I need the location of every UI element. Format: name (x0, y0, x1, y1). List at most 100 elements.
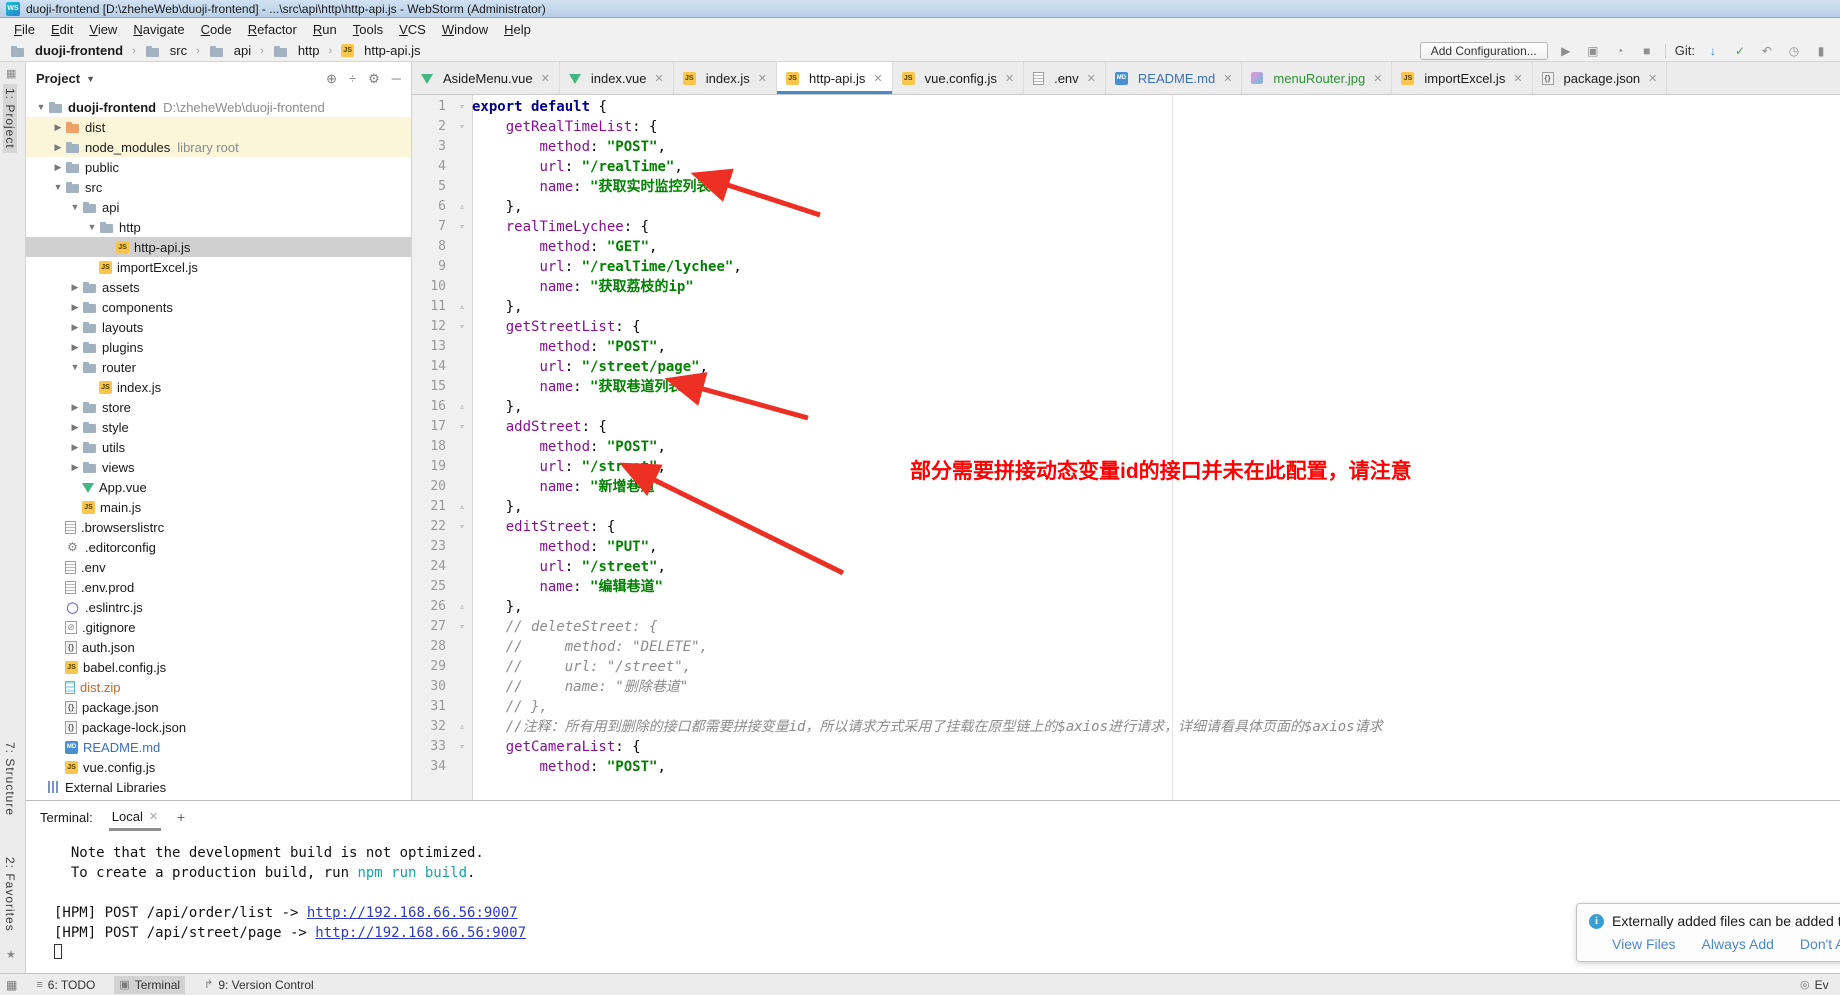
code-line[interactable]: 4 url: "/realTime", (412, 157, 1840, 177)
code-line[interactable]: 24 url: "/street", (412, 557, 1840, 577)
code-line[interactable]: 12▿ getStreetList: { (412, 317, 1840, 337)
tree-expand-icon[interactable]: ▶ (51, 162, 65, 173)
code-line[interactable]: 22▿ editStreet: { (412, 517, 1840, 537)
toolwindow-button-favorites[interactable]: 2: Favorites (3, 853, 17, 936)
code-line[interactable]: 21▵ }, (412, 497, 1840, 517)
code-line[interactable]: 16▵ }, (412, 397, 1840, 417)
editor-tab-index-js[interactable]: JSindex.js✕ (674, 62, 777, 94)
close-icon[interactable]: ✕ (1087, 72, 1096, 85)
debug-icon[interactable]: ▣ (1584, 44, 1602, 58)
tree-row[interactable]: ▶layouts (26, 317, 411, 337)
stop-icon[interactable]: ■ (1638, 44, 1656, 58)
menu-file[interactable]: File (6, 20, 43, 39)
tree-row[interactable]: ▶node_moduleslibrary root (26, 137, 411, 157)
tree-row[interactable]: ▶style (26, 417, 411, 437)
code-line[interactable]: 32▵ //注释：所有用到删除的接口都需要拼接变量id，所以请求方式采用了挂载在… (412, 717, 1840, 737)
editor-tab-http-api-js[interactable]: JShttp-api.js✕ (777, 62, 893, 94)
code-line[interactable]: 1▿export default { (412, 97, 1840, 117)
notification-action-always-add[interactable]: Always Add (1702, 936, 1774, 952)
terminal-link[interactable]: http://192.168.66.56:9007 (307, 905, 518, 921)
code-line[interactable]: 26▵ }, (412, 597, 1840, 617)
editor-tab-menurouter-jpg[interactable]: menuRouter.jpg✕ (1242, 62, 1392, 94)
code-line[interactable]: 7▿ realTimeLychee: { (412, 217, 1840, 237)
tree-expand-icon[interactable]: ▼ (68, 362, 82, 372)
fold-marker-icon[interactable]: ▵ (452, 297, 472, 317)
menu-view[interactable]: View (81, 20, 125, 39)
editor-tab--env[interactable]: .env✕ (1024, 62, 1106, 94)
code-line[interactable]: 15 name: "获取巷道列表" (412, 377, 1840, 397)
code-line[interactable]: 13 method: "POST", (412, 337, 1840, 357)
code-line[interactable]: 3 method: "POST", (412, 137, 1840, 157)
statusbar-item-9-version-control[interactable]: ↱9: Version Control (199, 976, 319, 994)
tree-expand-icon[interactable]: ▼ (34, 102, 48, 112)
fold-marker-icon[interactable]: ▿ (452, 417, 472, 437)
tree-expand-icon[interactable]: ▶ (68, 302, 82, 313)
tree-expand-icon[interactable]: ▶ (68, 442, 82, 453)
code-line[interactable]: 29 // url: "/street", (412, 657, 1840, 677)
tree-row[interactable]: JSvue.config.js (26, 757, 411, 777)
close-icon[interactable]: ✕ (1373, 72, 1382, 85)
editor-tab-readme-md[interactable]: MDREADME.md✕ (1106, 62, 1243, 94)
notification-action-don-t-ask-again[interactable]: Don't Ask Again (1800, 936, 1840, 952)
fold-marker-icon[interactable]: ▿ (452, 217, 472, 237)
breadcrumb-item[interactable]: http-api.js (364, 43, 420, 58)
tree-expand-icon[interactable]: ▶ (51, 142, 65, 153)
tree-row[interactable]: ▶components (26, 297, 411, 317)
code-line[interactable]: 28 // method: "DELETE", (412, 637, 1840, 657)
breadcrumb-item[interactable]: duoji-frontend (35, 43, 123, 58)
fold-marker-icon[interactable]: ▵ (452, 197, 472, 217)
tree-row[interactable]: .env (26, 557, 411, 577)
git-history-icon[interactable]: ◷ (1785, 44, 1803, 58)
tree-row[interactable]: ▶plugins (26, 337, 411, 357)
git-more-icon[interactable]: ▮ (1812, 44, 1830, 58)
profiler-icon[interactable]: ◔ (1611, 44, 1629, 58)
editor-tab-asidemenu-vue[interactable]: AsideMenu.vue✕ (412, 62, 560, 94)
code-line[interactable]: 23 method: "PUT", (412, 537, 1840, 557)
git-rollback-icon[interactable]: ↶ (1758, 44, 1776, 58)
tree-expand-icon[interactable]: ▶ (68, 402, 82, 413)
tree-row[interactable]: ⊘.gitignore (26, 617, 411, 637)
fold-marker-icon[interactable]: ▿ (452, 117, 472, 137)
code-line[interactable]: 27▿ // deleteStreet: { (412, 617, 1840, 637)
menu-refactor[interactable]: Refactor (240, 20, 305, 39)
code-line[interactable]: 25 name: "编辑巷道" (412, 577, 1840, 597)
tree-row[interactable]: JSindex.js (26, 377, 411, 397)
tree-expand-icon[interactable]: ▼ (85, 222, 99, 232)
tree-row[interactable]: {}package-lock.json (26, 717, 411, 737)
git-commit-icon[interactable]: ✓ (1731, 44, 1749, 58)
fold-marker-icon[interactable]: ▿ (452, 317, 472, 337)
notification-action-view-files[interactable]: View Files (1612, 936, 1676, 952)
code-line[interactable]: 9 url: "/realTime/lychee", (412, 257, 1840, 277)
menu-edit[interactable]: Edit (43, 20, 81, 39)
tree-row[interactable]: MDREADME.md (26, 737, 411, 757)
menu-run[interactable]: Run (305, 20, 345, 39)
project-panel-title[interactable]: Project (36, 71, 80, 86)
breadcrumb-item[interactable]: src (170, 43, 187, 58)
tree-row[interactable]: JSmain.js (26, 497, 411, 517)
editor-tab-vue-config-js[interactable]: JSvue.config.js✕ (893, 62, 1024, 94)
editor-tab-importexcel-js[interactable]: JSimportExcel.js✕ (1392, 62, 1532, 94)
fold-marker-icon[interactable]: ▿ (452, 617, 472, 637)
terminal-output[interactable]: Note that the development build is not o… (26, 833, 1840, 973)
close-icon[interactable]: ✕ (1513, 72, 1522, 85)
statusbar-event-log[interactable]: ◎Ev (1800, 978, 1829, 992)
toolwindow-button-structure[interactable]: 7: Structure (3, 738, 17, 820)
close-icon[interactable]: ✕ (1223, 72, 1232, 85)
code-line[interactable]: 14 url: "/street/page", (412, 357, 1840, 377)
run-icon[interactable]: ▶ (1557, 44, 1575, 58)
close-icon[interactable]: ✕ (758, 72, 767, 85)
tree-row[interactable]: ◯.eslintrc.js (26, 597, 411, 617)
tree-row[interactable]: ⚙.editorconfig (26, 537, 411, 557)
terminal-tab-local[interactable]: Local ✕ (109, 804, 161, 831)
fold-marker-icon[interactable]: ▵ (452, 497, 472, 517)
terminal-link[interactable]: http://192.168.66.56:9007 (315, 925, 526, 941)
tree-row[interactable]: {}package.json (26, 697, 411, 717)
code-line[interactable]: 11▵ }, (412, 297, 1840, 317)
new-terminal-session-button[interactable]: + (177, 809, 185, 825)
menu-tools[interactable]: Tools (345, 20, 391, 39)
code-line[interactable]: 6▵ }, (412, 197, 1840, 217)
tree-row[interactable]: ▼api (26, 197, 411, 217)
code-line[interactable]: 33▿ getCameraList: { (412, 737, 1840, 757)
close-icon[interactable]: ✕ (149, 810, 158, 823)
editor-tab-index-vue[interactable]: index.vue✕ (560, 62, 674, 94)
